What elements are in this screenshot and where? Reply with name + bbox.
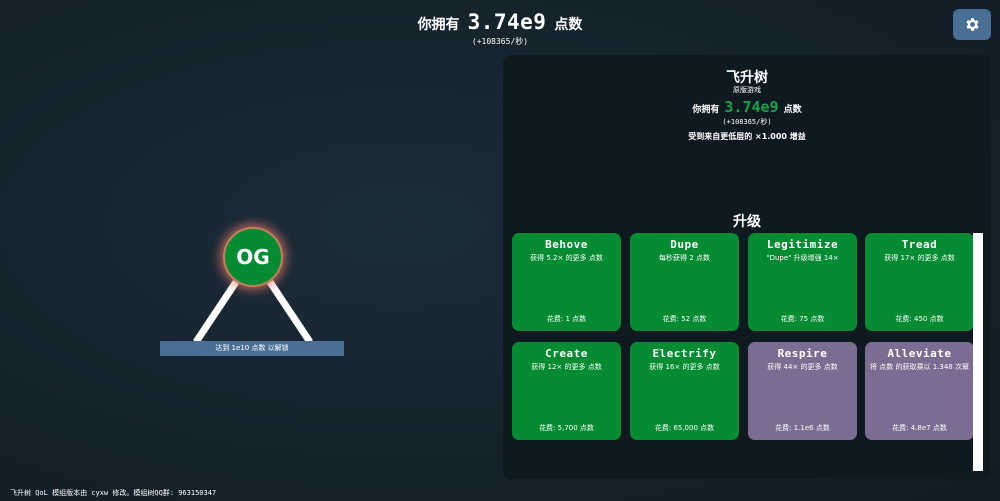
panel-boost: 受到来自更低层的 ×1.000 增益 [688,132,806,141]
upgrade-title: Legitimize [766,238,839,251]
unlock-text: 达到 1e10 点数 以解锁 [215,344,289,352]
upgrade-description: "Dupe" 升级增强 14× [766,254,839,262]
upgrade-title: Electrify [652,347,717,360]
panel-points: 你拥有 3.74e9 点数 [503,98,991,116]
upgrade-cost: 花费: 52 点数 [662,315,707,323]
upgrade-title: Alleviate [887,347,952,360]
upgrade-cost: 花费: 1 点数 [546,315,587,323]
upgrade-card-electrify[interactable]: Electrify 获得 16× 的更多 点数 花费: 65,000 点数 [630,342,739,440]
upgrade-description: 获得 17× 的更多 点数 [884,254,955,262]
upgrade-title: Tread [901,238,938,251]
upgrade-title: Dupe [670,238,699,251]
upgrade-description: 将 点数 的获取乘以 1.348 次幂 [870,363,969,371]
tree-branch-right [267,280,313,344]
upgrade-card-legitimize[interactable]: Legitimize "Dupe" 升级增强 14× 花费: 75 点数 [748,233,857,331]
tree-node-label: OG [236,245,270,269]
panel-title: 飞升树 [726,70,768,86]
upgrades-scrollbar[interactable] [973,233,983,471]
panel-points-prefix: 你拥有 [692,105,720,115]
upgrade-title: Respire [777,347,828,360]
upgrade-description: 每秒获得 2 点数 [659,254,710,262]
unlock-requirement-bar: 达到 1e10 点数 以解锁 [160,341,344,356]
upgrade-card-tread[interactable]: Tread 获得 17× 的更多 点数 花费: 450 点数 [865,233,974,331]
panel-subtitle: 原版游戏 [733,86,761,94]
panel-rate: (+108365/秒) [722,118,772,126]
footer-info: 飞升树 QoL 模组版本由 cyxw 修改。模组树QQ群: 963150347 [10,488,216,498]
panel-points-suffix: 点数 [783,105,802,115]
upgrade-description: 获得 5.2× 的更多 点数 [530,254,603,262]
upgrade-card-dupe[interactable]: Dupe 每秒获得 2 点数 花费: 52 点数 [630,233,739,331]
upgrades-heading: 升级 [733,214,761,230]
footer-line-1: 飞升树 QoL 模组版本由 cyxw 修改。模组树QQ群: 963150347 [10,489,217,497]
upgrade-cost: 花费: 65,000 点数 [654,424,715,432]
upgrade-cost: 花费: 4.8e7 点数 [892,424,947,432]
upgrade-description: 获得 16× 的更多 点数 [649,363,720,371]
upgrade-description: 获得 12× 的更多 点数 [531,363,602,371]
upgrade-card-alleviate[interactable]: Alleviate 将 点数 的获取乘以 1.348 次幂 花费: 4.8e7 … [865,342,974,440]
upgrade-title: Behove [545,238,588,251]
upgrade-cost: 花费: 1.1e6 点数 [775,424,830,432]
upgrade-cost: 花费: 75 点数 [780,315,825,323]
upgrade-cost: 花费: 5,700 点数 [539,424,594,432]
tree-branch-left [193,280,239,344]
tree-node-og[interactable]: OG [223,227,283,287]
upgrade-card-create[interactable]: Create 获得 12× 的更多 点数 花费: 5,700 点数 [512,342,621,440]
upgrade-card-respire[interactable]: Respire 获得 44× 的更多 点数 花费: 1.1e6 点数 [748,342,857,440]
upgrade-cost: 花费: 450 点数 [895,315,944,323]
upgrade-description: 获得 44× 的更多 点数 [767,363,838,371]
panel-points-value: 3.74e9 [724,98,779,116]
upgrade-card-behove[interactable]: Behove 获得 5.2× 的更多 点数 花费: 1 点数 [512,233,621,331]
upgrade-title: Create [545,347,588,360]
